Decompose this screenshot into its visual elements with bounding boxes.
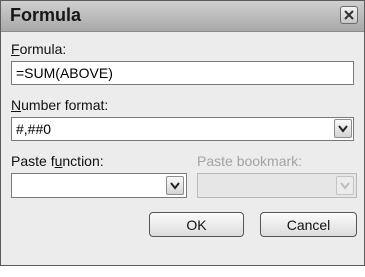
paste-bookmark-select (197, 173, 357, 198)
number-format-dropdown-button[interactable] (334, 119, 352, 138)
chevron-down-icon (338, 125, 348, 133)
number-format-combobox[interactable]: #,##0 (11, 117, 354, 141)
paste-function-dropdown-button[interactable] (166, 176, 184, 195)
chevron-down-icon (340, 182, 350, 190)
chevron-down-icon (170, 182, 180, 190)
title-bar[interactable]: Formula (1, 1, 364, 32)
paste-function-label: Paste function: (11, 153, 104, 169)
dialog-title: Formula (10, 5, 82, 25)
ok-button[interactable]: OK (149, 212, 244, 237)
formula-input[interactable]: =SUM(ABOVE) (11, 61, 354, 85)
paste-function-select[interactable] (11, 173, 187, 198)
close-icon (344, 10, 354, 20)
paste-bookmark-label: Paste bookmark: (197, 153, 303, 169)
cancel-button[interactable]: Cancel (260, 212, 357, 237)
paste-bookmark-dropdown-button (336, 176, 354, 195)
formula-dialog: Formula Formula: =SUM(ABOVE) Number form… (0, 0, 365, 266)
number-format-label: Number format: (11, 97, 109, 113)
close-button[interactable] (340, 6, 358, 24)
formula-label: Formula: (11, 41, 67, 57)
